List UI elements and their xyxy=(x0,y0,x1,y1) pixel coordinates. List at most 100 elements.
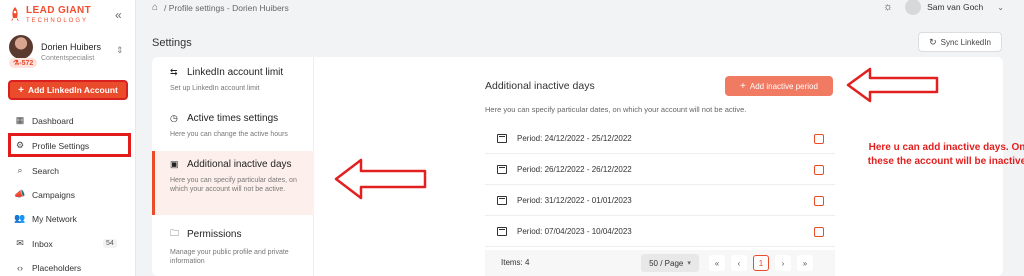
user-role: Contentspecialist xyxy=(41,55,95,62)
annotation-arrow-right xyxy=(846,67,939,103)
breadcrumb-text: / Profile settings - Dorien Huibers xyxy=(164,2,289,13)
calendar-icon: ▣ xyxy=(170,159,179,169)
settings-nav-linkedin-limit[interactable]: ⇆ LinkedIn account limit Set up LinkedIn … xyxy=(152,67,314,93)
content-description: Here you can specify particular dates, o… xyxy=(485,105,747,114)
clock-icon: ◷ xyxy=(170,113,178,123)
avatar[interactable] xyxy=(9,35,33,59)
period-checkbox[interactable] xyxy=(814,164,824,175)
sidebar-item-label: Campaigns xyxy=(32,189,75,200)
settings-nav-title: LinkedIn account limit xyxy=(187,67,284,78)
settings-nav-permissions[interactable]: 🗀 Permissions Manage your public profile … xyxy=(152,226,314,267)
period-text: Period: 24/12/2022 - 25/12/2022 xyxy=(517,134,632,143)
settings-nav-title: Permissions xyxy=(187,228,242,240)
sidebar-item-label: Placeholders xyxy=(32,263,82,273)
calendar-icon xyxy=(497,227,507,236)
last-page-button[interactable]: » xyxy=(797,255,813,271)
user-name: Dorien Huibers xyxy=(41,42,102,52)
current-page-button[interactable]: 1 xyxy=(753,255,769,271)
top-right-controls: ☼ Sam van Goch ⌄ xyxy=(883,0,1004,15)
settings-nav-title: Additional inactive days xyxy=(187,159,292,170)
sidebar-item-label: Search xyxy=(32,165,59,176)
period-checkbox[interactable] xyxy=(814,226,824,237)
content-title: Additional inactive days xyxy=(485,80,595,92)
period-row: Period: 07/04/2023 - 10/04/2023 xyxy=(485,217,835,247)
account-avatar[interactable] xyxy=(905,0,922,15)
annotation-text: Here u can add inactive days. On these t… xyxy=(867,142,1024,167)
period-text: Period: 07/04/2023 - 10/04/2023 xyxy=(517,227,632,236)
brand-subtitle: TECHNOLOGY xyxy=(26,18,89,24)
chevron-down-icon[interactable]: ⌄ xyxy=(997,3,1004,12)
period-checkbox[interactable] xyxy=(814,133,824,144)
add-linkedin-account-button[interactable]: + Add LinkedIn Account xyxy=(8,80,128,100)
sidebar-item-label: Profile Settings xyxy=(32,140,90,151)
code-icon: ‹› xyxy=(17,263,23,273)
home-icon[interactable]: ⌂ xyxy=(152,2,158,13)
sync-linkedin-label: Sync LinkedIn xyxy=(940,37,991,47)
table-footer: Items: 4 50 / Page ▾ « ‹ 1 › » xyxy=(485,250,835,276)
rocket-icon xyxy=(11,7,19,21)
theme-toggle-icon[interactable]: ☼ xyxy=(883,1,893,13)
caret-down-icon: ▾ xyxy=(687,260,691,267)
sync-icon: ↻ xyxy=(929,36,937,47)
credits-badge: ⚗-572 xyxy=(9,58,38,68)
settings-nav-desc: Here you can change the active hours xyxy=(170,131,288,138)
settings-nav-inactive-days[interactable]: ▣ Additional inactive days Here you can s… xyxy=(152,151,314,215)
megaphone-icon: 📣 xyxy=(14,189,26,199)
gear-icon: ⚙ xyxy=(15,140,25,150)
settings-nav: ⇆ LinkedIn account limit Set up LinkedIn … xyxy=(152,57,314,276)
inbox-count-badge: 54 xyxy=(103,239,117,248)
sidebar-item-search[interactable]: ⌕ Search xyxy=(14,165,59,176)
period-row: Period: 31/12/2022 - 01/01/2023 xyxy=(485,186,835,216)
plus-icon: + xyxy=(740,80,746,92)
sidebar-item-label: Dashboard xyxy=(32,115,74,126)
period-text: Period: 31/12/2022 - 01/01/2023 xyxy=(517,196,632,205)
settings-nav-desc: Manage your public profile and private i… xyxy=(170,249,289,266)
account-switch-icon[interactable]: ⇕ xyxy=(116,45,124,56)
sync-linkedin-button[interactable]: ↻ Sync LinkedIn xyxy=(918,32,1002,52)
calendar-icon xyxy=(497,196,507,205)
sidebar-item-label: Inbox xyxy=(32,238,53,249)
settings-nav-desc: Set up LinkedIn account limit xyxy=(170,85,260,92)
period-row: Period: 26/12/2022 - 26/12/2022 xyxy=(485,155,835,185)
settings-nav-title: Active times settings xyxy=(187,113,279,124)
calendar-icon xyxy=(497,134,507,143)
lock-folder-icon: 🗀 xyxy=(170,228,180,238)
breadcrumb: ⌂ / Profile settings - Dorien Huibers xyxy=(152,2,289,13)
period-row: Period: 24/12/2022 - 25/12/2022 xyxy=(485,124,835,154)
page-title: Settings xyxy=(152,37,192,49)
settings-nav-desc: Here you can specify particular dates, o… xyxy=(170,177,297,194)
prev-page-button[interactable]: ‹ xyxy=(731,255,747,271)
items-count: Items: 4 xyxy=(501,258,530,267)
brand-title: LEAD GIANT xyxy=(26,5,92,16)
inbox-icon: ✉ xyxy=(16,238,24,248)
search-icon: ⌕ xyxy=(17,165,23,175)
sidebar: LEAD GIANT TECHNOLOGY « ⚗-572 Dorien Hui… xyxy=(0,0,136,276)
add-inactive-period-label: Add inactive period xyxy=(749,81,818,91)
collapse-sidebar-icon[interactable]: « xyxy=(115,8,122,22)
page-size-select[interactable]: 50 / Page ▾ xyxy=(641,254,699,272)
add-inactive-period-button[interactable]: + Add inactive period xyxy=(725,76,833,96)
account-name[interactable]: Sam van Goch xyxy=(927,2,983,12)
calendar-icon xyxy=(497,165,507,174)
people-icon: 👥 xyxy=(14,213,26,223)
annotation-arrow-left xyxy=(334,158,427,200)
add-linkedin-account-label: Add LinkedIn Account xyxy=(27,85,118,95)
page-size-value: 50 / Page xyxy=(649,258,684,268)
period-checkbox[interactable] xyxy=(814,195,824,206)
sidebar-item-placeholders[interactable]: ‹› Placeholders xyxy=(14,263,81,273)
sidebar-item-my-network[interactable]: 👥 My Network xyxy=(14,213,77,224)
sliders-icon: ⇆ xyxy=(170,67,178,77)
period-text: Period: 26/12/2022 - 26/12/2022 xyxy=(517,165,632,174)
sidebar-item-campaigns[interactable]: 📣 Campaigns xyxy=(14,189,75,200)
brand-logo[interactable]: LEAD GIANT TECHNOLOGY xyxy=(8,6,91,24)
plus-icon: + xyxy=(18,84,24,96)
sidebar-item-inbox[interactable]: ✉ Inbox xyxy=(14,238,53,249)
settings-nav-active-times[interactable]: ◷ Active times settings Here you can chan… xyxy=(152,113,314,139)
sidebar-item-dashboard[interactable]: ▦ Dashboard xyxy=(14,115,74,126)
sidebar-item-label: My Network xyxy=(32,213,77,224)
first-page-button[interactable]: « xyxy=(709,255,725,271)
app-root: LEAD GIANT TECHNOLOGY « ⚗-572 Dorien Hui… xyxy=(0,0,1024,276)
dashboard-icon: ▦ xyxy=(15,115,25,125)
sidebar-item-profile-settings[interactable]: ⚙ Profile Settings xyxy=(14,140,89,151)
next-page-button[interactable]: › xyxy=(775,255,791,271)
